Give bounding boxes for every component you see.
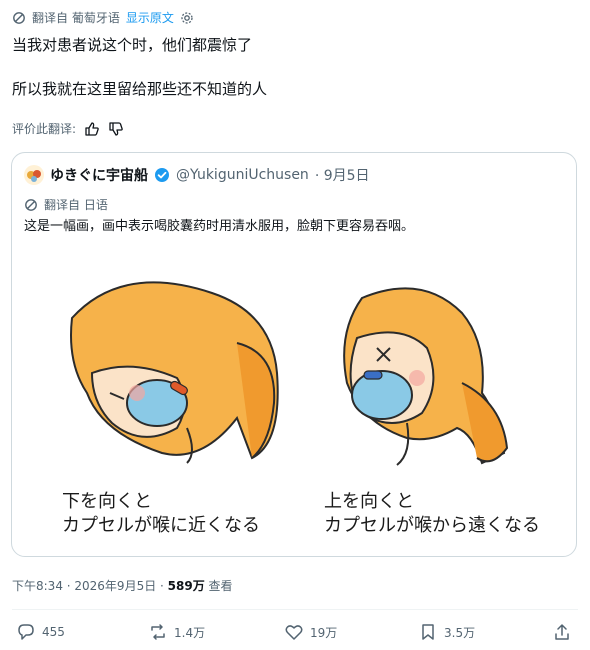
translate-icon xyxy=(24,198,38,212)
left-figure-drawing xyxy=(70,281,279,464)
translation-bar: 翻译自 葡萄牙语 显示原文 xyxy=(12,9,194,26)
caption-right-line-1: 上を向くと xyxy=(324,491,414,512)
translated-from-label: 翻译自 葡萄牙语 xyxy=(32,11,120,25)
verified-badge-icon xyxy=(154,167,170,183)
avatar[interactable] xyxy=(24,165,44,185)
right-figure-drawing xyxy=(343,287,509,466)
caption-left-line-1: 下を向くと xyxy=(62,491,152,512)
reply-icon xyxy=(16,622,36,642)
views-label: 查看 xyxy=(204,579,233,593)
thumbs-up-icon[interactable] xyxy=(84,121,100,137)
tweet-text: 当我对患者说这个时，他们都震惊了 所以我就在这里留给那些还不知道的人 xyxy=(12,34,572,100)
quote-translated-from-label: 翻译自 日语 xyxy=(44,198,108,212)
share-button[interactable] xyxy=(552,622,572,642)
caption-right: 上を向くと カプセルが喉から遠くなる xyxy=(324,490,540,538)
settings-gear-icon[interactable] xyxy=(180,11,194,25)
quote-translation-bar: 翻译自 日语 xyxy=(24,196,108,213)
caption-right-line-2: カプセルが喉から遠くなる xyxy=(324,515,540,536)
tweet-line-1: 当我对患者说这个时，他们都震惊了 xyxy=(12,36,253,54)
bookmark-icon xyxy=(418,622,438,642)
tweet-line-2: 所以我就在这里留给那些还不知道的人 xyxy=(12,80,268,98)
show-original-link[interactable]: 显示原文 xyxy=(126,9,174,26)
repost-button[interactable]: 1.4万 xyxy=(148,622,205,642)
quoted-tweet-card[interactable]: ゆきぐに宇宙船 @YukiguniUchusen · 9月5日 翻译自 日语 这… xyxy=(11,152,577,557)
reply-count: 455 xyxy=(42,625,65,639)
rate-translation: 评价此翻译: xyxy=(12,120,124,137)
share-icon xyxy=(552,622,572,642)
translate-icon xyxy=(12,11,26,25)
thumbs-down-icon[interactable] xyxy=(108,121,124,137)
quote-text: 这是一幅画，画中表示喝胶囊药时用清水服用，脸朝下更容易吞咽。 xyxy=(24,219,415,234)
caption-left-line-2: カプセルが喉に近くなる xyxy=(62,515,260,536)
quoted-tweet-header: ゆきぐに宇宙船 @YukiguniUchusen · 9月5日 xyxy=(24,165,370,185)
view-count: 589万 xyxy=(167,579,205,593)
repost-icon xyxy=(148,622,168,642)
like-button[interactable]: 19万 xyxy=(284,622,337,642)
like-count: 19万 xyxy=(310,625,338,640)
quote-date[interactable]: · 9月5日 xyxy=(315,165,370,185)
tweet-meta: 下午8:34 · 2026年9月5日 · 589万 查看 xyxy=(12,577,233,594)
bookmark-button[interactable]: 3.5万 xyxy=(418,622,475,642)
heart-icon xyxy=(284,622,304,642)
user-handle[interactable]: @YukiguniUchusen xyxy=(176,167,309,183)
rate-translation-label: 评价此翻译: xyxy=(12,122,77,136)
repost-count: 1.4万 xyxy=(174,625,206,640)
display-name[interactable]: ゆきぐに宇宙船 xyxy=(50,165,148,185)
bookmark-count: 3.5万 xyxy=(444,625,476,640)
post-time[interactable]: 下午8:34 · 2026年9月5日 · xyxy=(12,579,168,593)
reply-button[interactable]: 455 xyxy=(16,622,65,642)
caption-left: 下を向くと カプセルが喉に近くなる xyxy=(62,490,260,538)
divider xyxy=(12,609,578,610)
